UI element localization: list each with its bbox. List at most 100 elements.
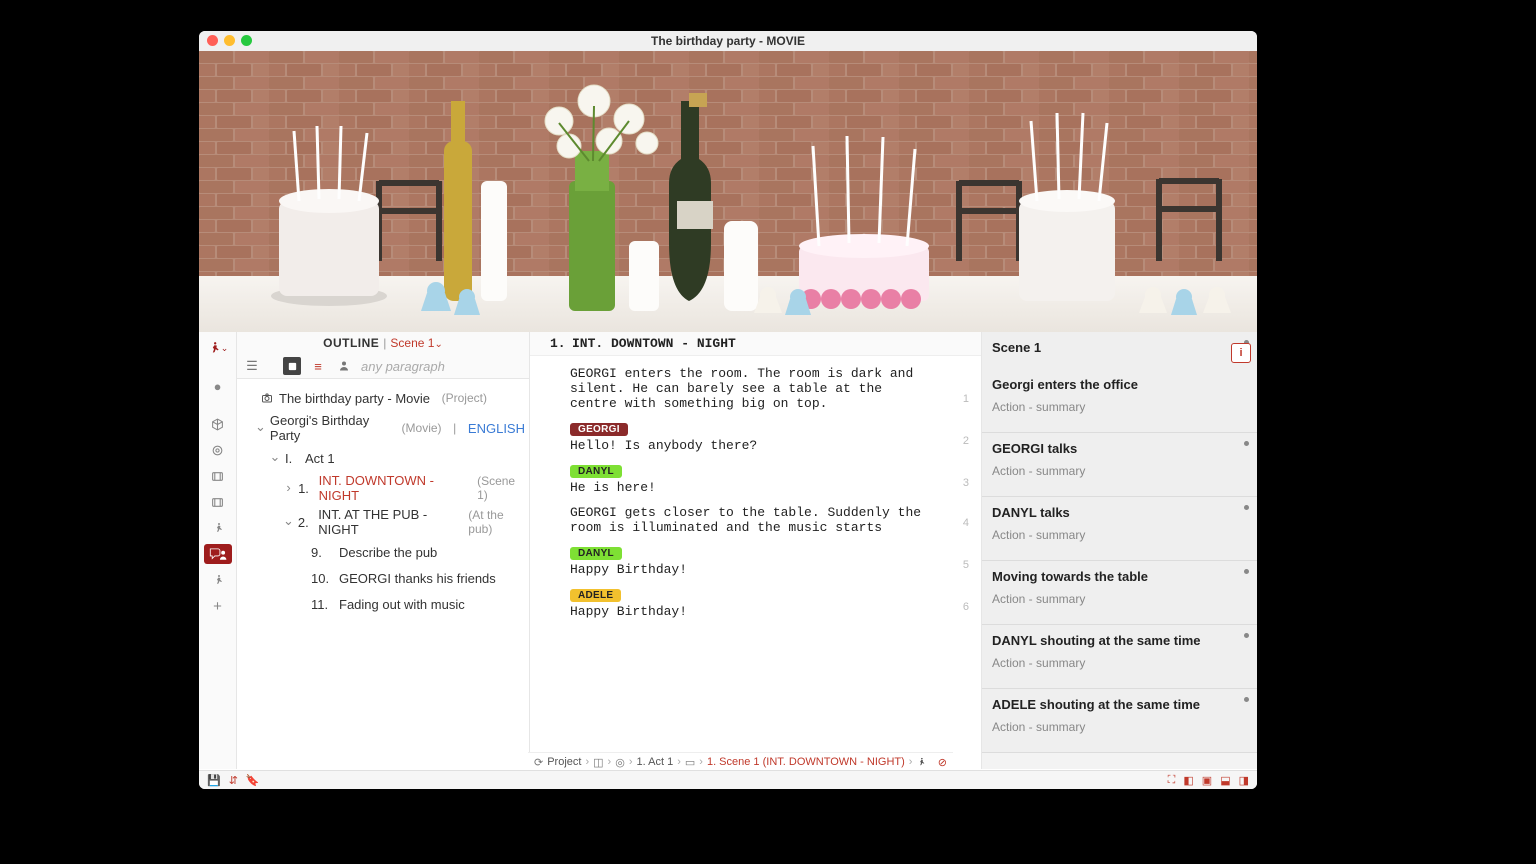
- target-icon: ◎: [615, 756, 625, 769]
- chevron-down-icon[interactable]: ⌄: [255, 419, 266, 435]
- running-man-icon: [916, 757, 926, 767]
- block-number: 3: [963, 477, 969, 489]
- speech-person-icon[interactable]: [204, 544, 232, 564]
- hero-image: [199, 51, 1257, 332]
- tree-scene-2[interactable]: ⌄ 2. INT. AT THE PUB - NIGHT (At the pub…: [241, 505, 525, 539]
- outline-header-scene[interactable]: Scene 1⌄: [390, 336, 442, 350]
- running-man-small-icon-2[interactable]: [204, 570, 232, 590]
- character-tag: DANYL: [570, 465, 622, 478]
- camera-icon: [259, 392, 275, 404]
- card-meta: Action - summary: [992, 464, 1247, 478]
- breadcrumb: ⟳ Project› ◫› ◎› 1. Act 1› ▭› 1. Scene 1…: [528, 752, 953, 771]
- film-icon: ▭: [685, 756, 695, 769]
- filter-person-icon[interactable]: [335, 357, 353, 375]
- hamburger-icon[interactable]: ☰: [243, 357, 261, 375]
- chevron-down-icon[interactable]: ⌄: [283, 513, 294, 529]
- outline-panel: OUTLINE | Scene 1⌄ ☰ ≡ any paragraph: [237, 332, 530, 769]
- outline-header-label: OUTLINE: [323, 336, 379, 350]
- tree-beat[interactable]: 11. Fading out with music: [241, 591, 525, 617]
- script-block[interactable]: ADELEHappy Birthday!6: [530, 577, 981, 619]
- stop-icon[interactable]: ⊘: [938, 756, 947, 769]
- outline-tree: The birthday party - Movie (Project) ⌄ G…: [237, 379, 529, 769]
- close-window-icon[interactable]: [207, 35, 218, 46]
- cards-panel: Scene 1Georgi enters the officeAction - …: [982, 332, 1257, 769]
- script-block[interactable]: DANYLHappy Birthday!5: [530, 535, 981, 577]
- crumb-project[interactable]: Project: [547, 756, 581, 768]
- card-status-dot: [1244, 633, 1249, 638]
- tree-beat[interactable]: 9. Describe the pub: [241, 539, 525, 565]
- minimize-window-icon[interactable]: [224, 35, 235, 46]
- scene-heading[interactable]: 1. INT. DOWNTOWN - NIGHT: [530, 332, 981, 356]
- running-man-small-icon[interactable]: [204, 518, 232, 538]
- tree-beat[interactable]: 10. GEORGI thanks his friends: [241, 565, 525, 591]
- script-block[interactable]: GEORGI enters the room. The room is dark…: [530, 356, 981, 411]
- script-block[interactable]: DANYL He is here! 3: [530, 453, 981, 495]
- card-status-dot: [1244, 697, 1249, 702]
- summary-card[interactable]: DANYL shouting at the same timeAction - …: [982, 625, 1257, 689]
- sync-icon[interactable]: ⟳: [534, 756, 543, 769]
- card-meta: Action - summary: [992, 528, 1247, 542]
- outline-search[interactable]: any paragraph: [361, 359, 523, 374]
- tree-scene-1[interactable]: › 1. INT. DOWNTOWN - NIGHT (Scene 1): [241, 471, 525, 505]
- block-number: 6: [963, 601, 969, 613]
- chevron-right-icon[interactable]: ›: [283, 480, 294, 495]
- fullscreen-icon[interactable]: ⛶: [1168, 774, 1176, 787]
- dot-icon[interactable]: ●: [204, 376, 232, 396]
- card-title: Scene 1: [992, 340, 1247, 355]
- tree-screenplay[interactable]: ⌄ Georgi's Birthday Party (Movie) | ENGL…: [241, 411, 525, 445]
- card-meta: Action - summary: [992, 400, 1247, 414]
- card-status-dot: [1244, 569, 1249, 574]
- cube-icon: ◫: [593, 756, 603, 769]
- summary-card[interactable]: Moving towards the table Action - summary: [982, 561, 1257, 625]
- summary-card[interactable]: Scene 1Georgi enters the officeAction - …: [982, 332, 1257, 433]
- block-number: 5: [963, 559, 969, 571]
- card-meta: Action - summary: [992, 592, 1247, 606]
- left-iconbar: ⌄ ● +: [199, 332, 237, 769]
- language-button[interactable]: ENGLISH: [468, 421, 525, 436]
- dialogue-text: Happy Birthday!: [570, 604, 927, 619]
- save-icon[interactable]: 💾: [207, 774, 221, 787]
- summary-card[interactable]: ADELE shouting at the same time Action - …: [982, 689, 1257, 753]
- target-icon[interactable]: [204, 440, 232, 460]
- script-body[interactable]: 1. INT. DOWNTOWN - NIGHT GEORGI enters t…: [530, 332, 981, 769]
- script-panel: 1. INT. DOWNTOWN - NIGHT GEORGI enters t…: [530, 332, 982, 769]
- tree-project[interactable]: The birthday party - Movie (Project): [241, 385, 525, 411]
- block-number: 1: [963, 393, 969, 405]
- character-tag: GEORGI: [570, 423, 628, 436]
- action-text: GEORGI enters the room. The room is dark…: [570, 366, 927, 411]
- card-title: Moving towards the table: [992, 569, 1247, 584]
- running-man-icon[interactable]: ⌄: [204, 338, 232, 358]
- footer: 💾 ⇵ 🔖 ⛶ ◧ ▣ ⬓ ◨: [199, 770, 1257, 789]
- card-meta: Action - summary: [992, 720, 1247, 734]
- info-button[interactable]: i: [1231, 343, 1251, 363]
- film-icon[interactable]: [204, 466, 232, 486]
- app-window: The birthday party - MOVIE: [199, 31, 1257, 789]
- panel-right-icon[interactable]: ◨: [1239, 774, 1249, 787]
- chevron-down-icon[interactable]: ⌄: [269, 449, 281, 465]
- script-block[interactable]: GEORGIHello! Is anybody there?2: [530, 411, 981, 453]
- dialogue-text: Hello! Is anybody there?: [570, 438, 927, 453]
- dialogue-text: Happy Birthday!: [570, 562, 927, 577]
- filter-card-icon[interactable]: [283, 357, 301, 375]
- crumb-scene[interactable]: 1. Scene 1 (INT. DOWNTOWN - NIGHT): [707, 756, 905, 768]
- zoom-window-icon[interactable]: [241, 35, 252, 46]
- card-status-dot: [1244, 505, 1249, 510]
- cube-icon[interactable]: [204, 414, 232, 434]
- filter-lines-icon[interactable]: ≡: [309, 357, 327, 375]
- panel-center-icon[interactable]: ▣: [1202, 774, 1212, 787]
- dialogue-text: He is here!: [570, 480, 927, 495]
- bookmark-icon[interactable]: 🔖: [246, 774, 260, 787]
- titlebar: The birthday party - MOVIE: [199, 31, 1257, 51]
- tree-act[interactable]: ⌄ I. Act 1: [241, 445, 525, 471]
- crumb-act[interactable]: 1. Act 1: [637, 756, 674, 768]
- film-icon-2[interactable]: [204, 492, 232, 512]
- card-title: ADELE shouting at the same time: [992, 697, 1247, 712]
- tree-toggle-icon[interactable]: ⇵: [229, 774, 238, 787]
- summary-card[interactable]: GEORGI talksAction - summary: [982, 433, 1257, 497]
- panel-left-icon[interactable]: ◧: [1183, 774, 1193, 787]
- panel-bottom-icon[interactable]: ⬓: [1220, 774, 1230, 787]
- script-block[interactable]: GEORGI gets closer to the table. Suddenl…: [530, 495, 981, 535]
- window-title: The birthday party - MOVIE: [651, 34, 805, 48]
- add-icon[interactable]: +: [204, 596, 232, 616]
- summary-card[interactable]: DANYL talksAction - summary: [982, 497, 1257, 561]
